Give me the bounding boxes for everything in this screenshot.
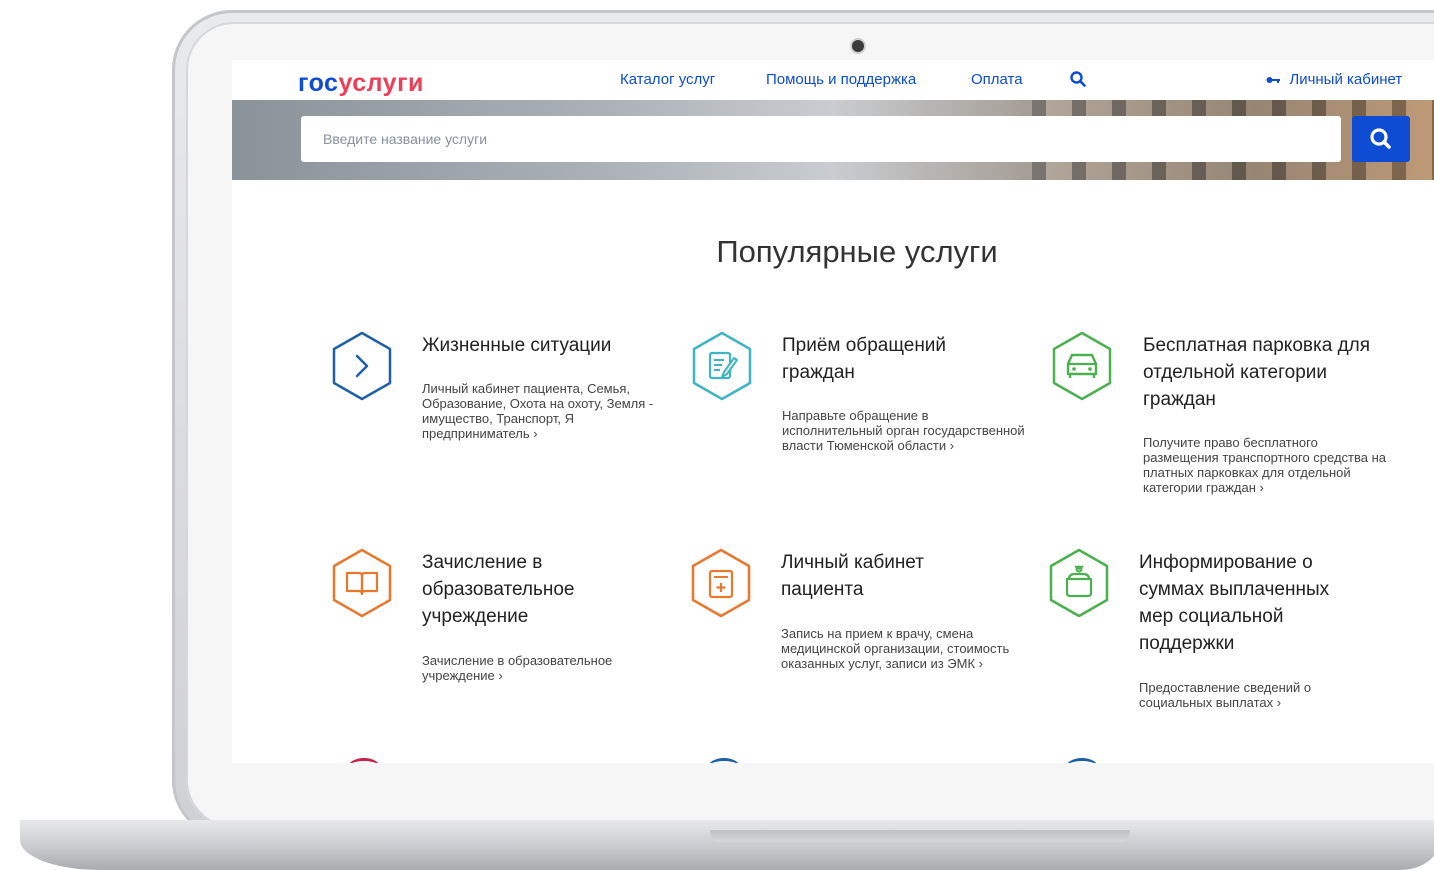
search-input[interactable]: Введите название услуги [301, 116, 1341, 162]
book-icon [330, 547, 394, 619]
edit-document-icon [690, 330, 754, 402]
card-description: Получите право бесплатного размещения тр… [1143, 435, 1387, 495]
partial-icon-2 [708, 758, 740, 763]
card-description: Предоставление сведений о социальных вып… [1139, 680, 1312, 710]
camera [852, 40, 864, 52]
search-button[interactable] [1352, 116, 1410, 162]
card-title: Жизненные ситуации [422, 335, 612, 356]
section-title: Популярные услуги [716, 234, 998, 269]
laptop-base [20, 820, 1434, 870]
card-description: Зачисление в образовательное учреждение … [422, 653, 613, 683]
account-link[interactable]: Личный кабинет [1266, 71, 1402, 88]
card-description: Личный кабинет пациента, Семья, Образова… [422, 381, 654, 441]
nav-help[interactable]: Помощь и поддержка [766, 71, 916, 88]
partial-icon-1 [348, 758, 380, 763]
wallet-icon [1047, 547, 1111, 619]
screen: госуслуги Каталог услуг Помощь и поддерж… [232, 60, 1434, 763]
logo-part1: гос [298, 69, 339, 97]
top-navigation: госуслуги Каталог услуг Помощь и поддерж… [232, 60, 1434, 100]
logo-part2: услуги [338, 69, 424, 97]
laptop-notch [710, 830, 1130, 842]
nav-payment[interactable]: Оплата [971, 71, 1023, 88]
search-icon[interactable] [1070, 71, 1086, 92]
logo[interactable]: госуслуги [298, 69, 424, 98]
card-description: Запись на прием к врачу, смена медицинск… [781, 626, 1010, 671]
account-label: Личный кабинет [1289, 71, 1403, 88]
search-button-icon [1370, 128, 1391, 149]
card-title: Личный кабинет пациента [781, 552, 924, 600]
nav-catalog[interactable]: Каталог услуг [620, 71, 715, 88]
medical-record-icon [689, 547, 753, 619]
card-title: Зачисление в образовательное учреждение [422, 552, 575, 627]
chevron-right-icon [330, 330, 394, 402]
partial-icon-3 [1066, 758, 1098, 763]
card-description: Направьте обращение в исполнительный орг… [782, 408, 1025, 453]
card-title: Приём обращений граждан [782, 335, 947, 383]
search-placeholder: Введите название услуги [323, 131, 488, 147]
card-title: Бесплатная парковка для отдельной катего… [1143, 335, 1371, 410]
card-title: Информирование о суммах выплаченных мер … [1139, 552, 1330, 654]
car-icon [1050, 330, 1114, 402]
key-icon [1266, 73, 1283, 87]
